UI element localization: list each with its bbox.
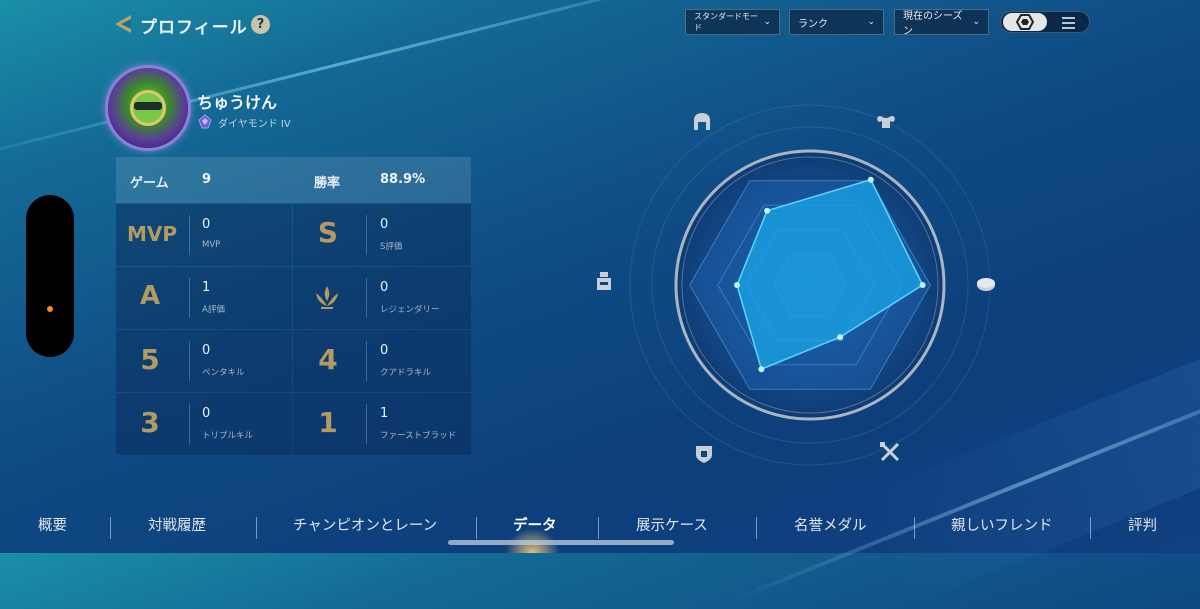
gold-coins-icon [977, 278, 995, 291]
stats-panel: ゲーム 9 勝率 88.9% MVP S A 5 4 3 1 0 MVP 0 S… [116, 157, 471, 455]
bottom-nav: 概要 対戦履歴 チャンピオンとレーン データ 展示ケース 名誉メダル 親しいフレ… [0, 505, 1200, 553]
page-title: プロフィール [140, 18, 248, 38]
mode-dropdown[interactable]: スタンダードモード ⌄ [685, 9, 780, 35]
list-view-icon[interactable] [1062, 17, 1075, 32]
help-icon[interactable]: ? [251, 15, 270, 34]
penta-glyph: 5 [140, 343, 160, 376]
games-value: 9 [202, 172, 212, 187]
legendary-icon [316, 286, 338, 309]
winrate-label: 勝率 [314, 176, 341, 191]
chevron-down-icon: ⌄ [867, 17, 875, 27]
tab-showcase[interactable]: 展示ケース [636, 514, 708, 535]
shield-icon [696, 446, 712, 463]
crossed-swords-icon [880, 442, 900, 462]
chevron-down-icon: ⌄ [763, 17, 771, 27]
avatar[interactable] [108, 68, 188, 148]
games-label: ゲーム [130, 176, 169, 191]
triple-label: トリプルキル [202, 431, 254, 441]
quadra-count: 0 [380, 343, 389, 358]
tab-separator [914, 517, 915, 539]
penta-count: 0 [202, 343, 211, 358]
mvp-label: MVP [202, 240, 221, 250]
s-rank-count: 0 [380, 217, 389, 232]
tab-match-history[interactable]: 対戦履歴 [148, 514, 206, 535]
queue-dropdown-label: ランク [798, 18, 828, 30]
firstblood-label: ファーストブラッド [380, 431, 457, 441]
tab-separator [256, 517, 257, 539]
indicator-dot [47, 306, 53, 312]
s-rank-label: S評価 [380, 242, 403, 252]
radar-point [867, 176, 874, 183]
fighter-helmet-icon [694, 113, 710, 130]
tab-separator [598, 517, 599, 539]
legendary-count: 0 [380, 280, 389, 295]
divider [189, 278, 190, 318]
mvp-glyph: MVP [126, 222, 178, 246]
rank-label: ダイヤモンド IV [218, 119, 291, 130]
tab-separator [110, 517, 111, 539]
home-indicator[interactable] [448, 540, 674, 545]
diamond-rank-icon [198, 114, 212, 129]
tab-separator [476, 517, 477, 539]
mode-dropdown-label: スタンダードモード [694, 12, 758, 32]
tab-separator [1090, 517, 1091, 539]
back-arrow-icon[interactable] [112, 13, 134, 35]
divider [189, 215, 190, 255]
firstblood-glyph: 1 [318, 406, 338, 439]
triple-count: 0 [202, 406, 211, 421]
player-name: ちゅうけん [197, 93, 278, 112]
quadra-glyph: 4 [318, 343, 338, 376]
tab-champions-lanes[interactable]: チャンピオンとレーン [293, 514, 437, 535]
s-rank-glyph: S [317, 216, 339, 249]
radar-chart [597, 104, 995, 466]
ram-skull-icon [877, 116, 895, 128]
assistive-touch-pill[interactable] [26, 195, 74, 357]
a-rank-label: A評価 [202, 305, 225, 315]
penta-label: ペンタキル [202, 368, 245, 378]
radar-point [758, 366, 765, 373]
potion-icon [597, 272, 611, 290]
divider [366, 215, 367, 255]
tab-close-friends[interactable]: 親しいフレンド [951, 514, 1053, 535]
divider [366, 404, 367, 444]
a-rank-count: 1 [202, 280, 211, 295]
firstblood-count: 1 [380, 406, 389, 421]
divider [189, 404, 190, 444]
divider [366, 278, 367, 318]
radar-point [837, 334, 844, 341]
tab-overview[interactable]: 概要 [38, 514, 67, 535]
radar-view-option[interactable] [1003, 13, 1047, 31]
hexagon-icon [1016, 14, 1034, 30]
radar-point [764, 207, 771, 214]
triple-glyph: 3 [140, 406, 160, 439]
queue-dropdown[interactable]: ランク ⌄ [789, 9, 884, 35]
divider [366, 341, 367, 381]
avatar-visor [134, 102, 162, 110]
radar-point [919, 282, 926, 288]
tab-honor-medals[interactable]: 名誉メダル [794, 514, 867, 535]
season-dropdown[interactable]: 現在のシーズン ⌄ [894, 9, 989, 37]
legendary-label: レジェンダリー [380, 305, 440, 315]
tab-separator [756, 517, 757, 539]
a-rank-glyph: A [139, 281, 161, 311]
divider [189, 341, 190, 381]
tab-reputation[interactable]: 評判 [1128, 514, 1157, 535]
season-dropdown-label: 現在のシーズン [903, 11, 963, 37]
radar-point [734, 282, 740, 288]
chevron-down-icon: ⌄ [972, 17, 980, 27]
quadra-label: クアドラキル [380, 368, 432, 378]
view-toggle[interactable] [1000, 11, 1090, 33]
winrate-value: 88.9% [380, 172, 426, 187]
mvp-count: 0 [202, 217, 211, 232]
